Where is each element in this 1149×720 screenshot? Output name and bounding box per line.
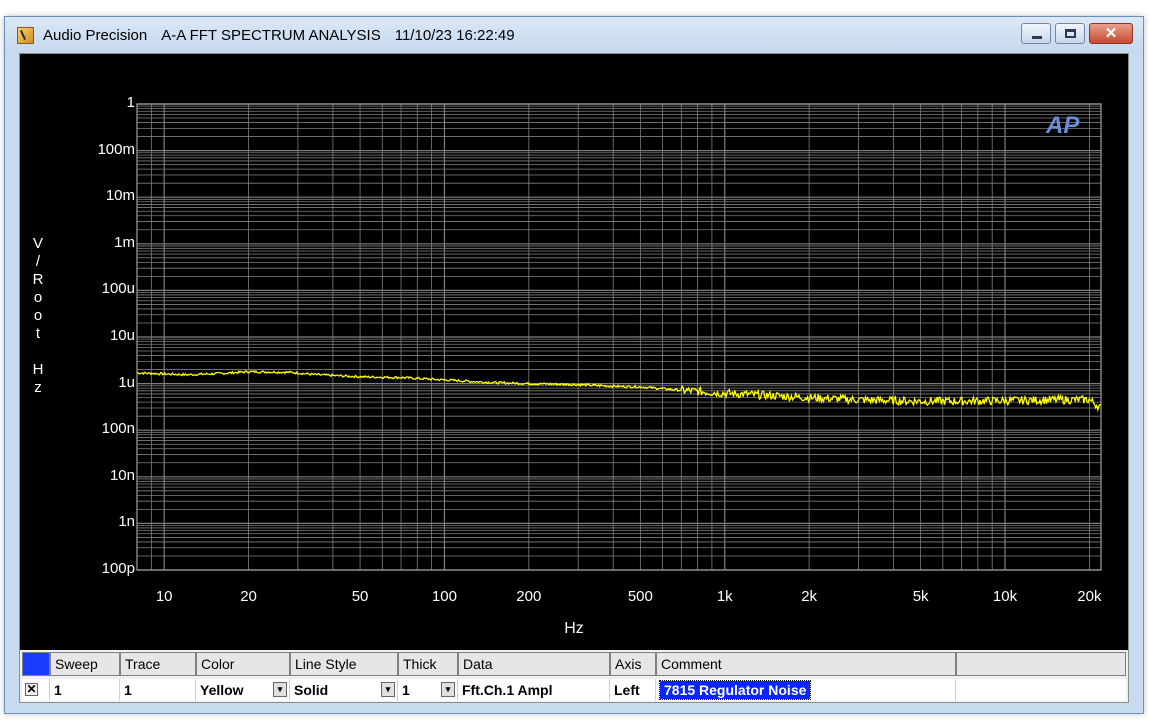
x-tick-label: 10 <box>155 588 173 605</box>
header-color[interactable]: Color <box>196 652 290 676</box>
trace-table: Sweep Trace Color Line Style Thick Data … <box>22 652 1126 702</box>
thick-dropdown-button[interactable]: ▾ <box>441 682 455 697</box>
title-app-name: Audio Precision <box>43 27 148 44</box>
cell-line-style[interactable]: Solid ▾ <box>290 679 398 701</box>
x-tick-label: 20k <box>1077 588 1102 605</box>
title-bar[interactable]: Audio Precision A-A FFT SPECTRUM ANALYSIS… <box>5 17 1143 53</box>
close-icon: ✕ <box>1104 25 1118 42</box>
cell-empty <box>956 679 1126 701</box>
trace-enable-checkbox[interactable]: ✕ <box>25 683 38 696</box>
header-trace[interactable]: Trace <box>120 652 196 676</box>
x-tick-label: 500 <box>627 588 653 605</box>
header-comment[interactable]: Comment <box>656 652 956 676</box>
y-tick-label: 100n <box>101 420 135 438</box>
fft-spectrum-chart[interactable] <box>20 54 1128 650</box>
header-sweep[interactable]: Sweep <box>50 652 120 676</box>
header-thick[interactable]: Thick <box>398 652 458 676</box>
title-document: A-A FFT SPECTRUM ANALYSIS <box>161 27 381 44</box>
cell-color[interactable]: Yellow ▾ <box>196 679 290 701</box>
cell-color-value: Yellow <box>200 682 244 698</box>
close-button[interactable]: ✕ <box>1089 23 1133 44</box>
cell-thick-value: 1 <box>402 682 410 698</box>
y-tick-label: 100u <box>101 280 135 298</box>
line-style-dropdown-button[interactable]: ▾ <box>381 682 395 697</box>
graph-panel[interactable]: V / R o o t H z Hz AP 1 100m 10m 1m 100u 10u 1… <box>20 54 1128 650</box>
cell-sweep[interactable]: 1 <box>50 679 120 701</box>
title-timestamp: 11/10/23 16:22:49 <box>394 27 515 44</box>
caption-buttons: ✕ <box>1017 23 1133 45</box>
trace-row[interactable]: ✕ 1 1 Yellow ▾ Solid ▾ 1 ▾ Fft.Ch.1 Ampl… <box>22 679 1126 701</box>
x-tick-label: 200 <box>516 588 542 605</box>
trace-enable-cell: ✕ <box>22 679 50 701</box>
header-line-style[interactable]: Line Style <box>290 652 398 676</box>
y-tick-label: 1m <box>114 233 135 251</box>
y-tick-label: 100p <box>101 560 135 577</box>
y-tick-label: 10u <box>109 327 135 344</box>
x-tick-label: 10k <box>992 588 1018 605</box>
maximize-icon <box>1065 29 1076 38</box>
cell-axis[interactable]: Left <box>610 679 656 701</box>
cell-data[interactable]: Fft.Ch.1 Ampl <box>458 679 610 701</box>
cell-trace[interactable]: 1 <box>120 679 196 701</box>
maximize-button[interactable] <box>1055 23 1085 44</box>
y-tick-label: 1n <box>118 513 135 531</box>
y-tick-label: 1u <box>118 373 135 391</box>
header-select-swatch[interactable] <box>22 652 50 676</box>
minimize-icon <box>1032 36 1042 39</box>
y-tick-label: 1 <box>126 94 135 111</box>
comment-text-selected[interactable]: 7815 Regulator Noise <box>658 680 812 700</box>
app-window: Audio Precision A-A FFT SPECTRUM ANALYSIS… <box>4 16 1144 714</box>
header-empty <box>956 652 1126 676</box>
trace-table-header: Sweep Trace Color Line Style Thick Data … <box>22 652 1126 678</box>
x-tick-label: 100 <box>431 588 457 605</box>
cell-thick[interactable]: 1 ▾ <box>398 679 458 701</box>
header-axis[interactable]: Axis <box>610 652 656 676</box>
y-tick-label: 10n <box>109 466 135 484</box>
color-dropdown-button[interactable]: ▾ <box>273 682 287 697</box>
ap-logo: AP <box>1046 112 1080 139</box>
graph-client-area: V / R o o t H z Hz AP 1 100m 10m 1m 100u 10u 1… <box>19 53 1129 703</box>
cell-line-style-value: Solid <box>294 682 329 698</box>
x-tick-label: 20 <box>240 588 257 605</box>
x-tick-label: 5k <box>912 588 929 605</box>
x-tick-label: 1k <box>716 588 733 605</box>
y-tick-label: 10m <box>105 187 135 205</box>
y-axis-label: V / R o o t H z <box>32 235 44 396</box>
x-tick-label: 50 <box>351 588 369 605</box>
cell-comment[interactable]: 7815 Regulator Noise <box>656 679 956 701</box>
header-data[interactable]: Data <box>458 652 610 676</box>
window-title: Audio Precision A-A FFT SPECTRUM ANALYSIS… <box>43 27 529 44</box>
x-tick-label: 2k <box>801 588 818 605</box>
minimize-button[interactable] <box>1021 23 1051 44</box>
y-tick-label: 100m <box>97 140 135 158</box>
audio-precision-app-icon[interactable] <box>17 27 34 44</box>
x-axis-label: Hz <box>564 620 584 637</box>
